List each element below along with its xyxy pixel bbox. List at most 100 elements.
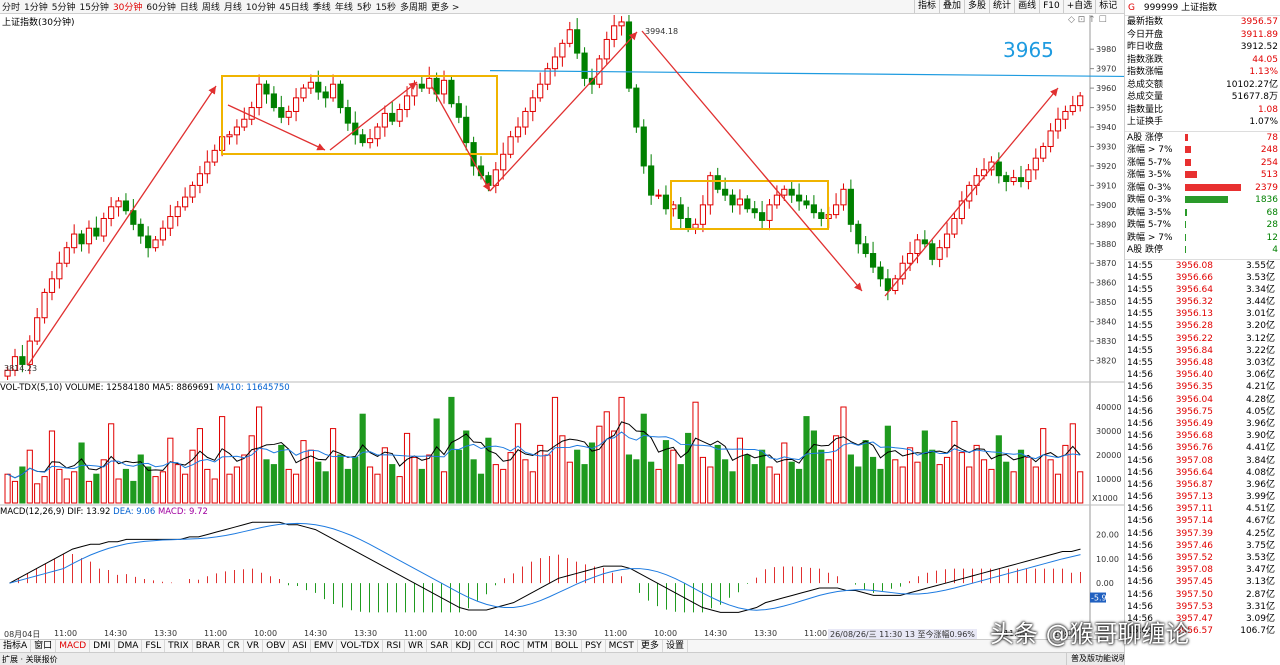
candle <box>403 95 411 111</box>
tick-cell: 3.96亿 <box>1245 479 1275 490</box>
period-tab-7[interactable]: 周线 <box>202 0 220 13</box>
candle <box>936 247 943 260</box>
indicator-tab-13[interactable]: VOL-TDX <box>337 640 384 652</box>
period-tab-0[interactable]: 分时 <box>2 0 20 13</box>
status-btn-0[interactable]: 普及版功能说明 <box>1066 653 1131 665</box>
breadth-label: A股 涨停 <box>1127 132 1164 143</box>
period-tab-8[interactable]: 月线 <box>224 0 242 13</box>
volume-header: VOL-TDX(5,10) VOLUME: 12584180 MA5: 8869… <box>0 382 290 394</box>
indicator-bar: 指标A 窗口 MACD DMI DMA FSL TRIX BRAR CR VR OBV ASI EMV V… <box>0 639 1124 652</box>
candle <box>862 243 869 255</box>
indicator-tab-18[interactable]: CCI <box>475 640 498 652</box>
indicator-tab-7[interactable]: BRAR <box>193 640 225 652</box>
breadth-value: 1836 <box>1255 195 1278 205</box>
indicator-tab-2[interactable]: MACD <box>56 640 91 652</box>
indicator-tab-6[interactable]: TRIX <box>165 640 193 652</box>
candle <box>803 200 810 206</box>
tool-2[interactable]: 多股 <box>964 0 989 13</box>
quote-value: 10102.27亿 <box>1226 79 1278 90</box>
tick-cell: 3956.68 <box>1175 431 1213 442</box>
indicator-tab-9[interactable]: VR <box>244 640 264 652</box>
volume-bar <box>655 468 662 504</box>
period-tab-14[interactable]: 15秒 <box>376 0 396 13</box>
tool-3[interactable]: 统计 <box>989 0 1014 13</box>
candle <box>744 198 751 210</box>
tick-cell: 3.34亿 <box>1245 284 1275 295</box>
period-tab-15[interactable]: 多周期 <box>400 0 427 13</box>
tick-row: 14:55 3956.48 3.03亿 <box>1125 357 1280 369</box>
volume-bar <box>611 430 618 504</box>
volume-bar <box>256 406 263 504</box>
indicator-tab-25[interactable]: 设置 <box>663 640 688 652</box>
breadth-label: 涨幅 0-3% <box>1127 182 1172 193</box>
indicator-tab-16[interactable]: SAR <box>427 640 453 652</box>
indicator-tab-19[interactable]: ROC <box>497 640 524 652</box>
period-tab-2[interactable]: 5分钟 <box>52 0 76 13</box>
volume-bar <box>41 476 48 504</box>
period-tab-4[interactable]: 30分钟 <box>113 0 142 13</box>
tool-1[interactable]: 叠加 <box>939 0 964 13</box>
tick-row: 14:56 3957.53 3.31亿 <box>1125 601 1280 613</box>
period-tab-9[interactable]: 10分钟 <box>246 0 275 13</box>
quote-label: 上证换手 <box>1127 117 1164 127</box>
period-tab-13[interactable]: 5秒 <box>357 0 372 13</box>
tool-4[interactable]: 画线 <box>1014 0 1039 13</box>
tick-cell: 14:56 <box>1127 553 1153 563</box>
indicator-tab-12[interactable]: EMV <box>311 640 338 652</box>
tool-5[interactable]: F10 <box>1039 0 1063 13</box>
candle <box>56 262 63 280</box>
candle <box>307 81 314 89</box>
volume-bar <box>877 468 884 504</box>
tool-0[interactable]: 指标 <box>914 0 939 13</box>
indicator-tab-8[interactable]: CR <box>224 640 244 652</box>
indicator-tab-1[interactable]: 窗口 <box>31 640 57 652</box>
tick-cell: 3956.76 <box>1175 443 1213 454</box>
indicator-tab-5[interactable]: FSL <box>142 640 166 652</box>
period-tab-11[interactable]: 季线 <box>313 0 331 13</box>
indicator-tab-11[interactable]: ASI <box>289 640 311 652</box>
tick-cell: 3.47亿 <box>1245 565 1275 576</box>
indicator-tab-4[interactable]: DMA <box>115 640 143 652</box>
tick-cell: 14:56 <box>1127 528 1153 539</box>
volume-bar <box>56 468 63 504</box>
volume-bar <box>448 396 455 504</box>
volume-bar <box>544 454 551 504</box>
period-tab-10[interactable]: 45日线 <box>279 0 308 13</box>
period-tab-16[interactable]: 更多 > <box>431 0 459 13</box>
volume-bar <box>278 444 285 504</box>
period-tab-12[interactable]: 年线 <box>335 0 353 13</box>
volume-bar <box>108 423 115 504</box>
quote-row: 指数涨幅 1.13% <box>1125 66 1280 79</box>
breadth-bar <box>1185 194 1248 207</box>
period-tab-6[interactable]: 日线 <box>180 0 198 13</box>
breadth-row: 涨幅 0-3% 2379 <box>1125 182 1280 195</box>
indicator-tab-0[interactable]: 指标A <box>0 640 32 652</box>
indicator-tab-10[interactable]: OBV <box>263 640 290 652</box>
chart-area[interactable]: 3980 3970 3960 3950 3940 3930 3920 3910 3900 3890… <box>0 15 1124 629</box>
volume-bar <box>285 468 292 504</box>
quote-name: 上证指数 <box>1181 3 1218 13</box>
breadth-bar <box>1185 157 1248 170</box>
breadth-label: A股 跌停 <box>1127 245 1164 255</box>
period-tab-3[interactable]: 15分钟 <box>79 0 108 13</box>
indicator-tab-14[interactable]: RSI <box>383 640 406 652</box>
macd-tick: 0.00 <box>1096 579 1114 588</box>
indicator-tab-21[interactable]: BOLL <box>552 640 583 652</box>
candle <box>1032 157 1039 171</box>
candle <box>1017 177 1025 183</box>
tool-6[interactable]: +自选 <box>1062 0 1096 13</box>
period-tab-1[interactable]: 1分钟 <box>24 0 48 13</box>
indicator-tab-24[interactable]: 更多 <box>638 640 663 652</box>
macd-dea-line <box>9 522 1081 611</box>
candle <box>603 38 610 60</box>
indicator-tab-17[interactable]: KDJ <box>452 640 475 652</box>
volume-bar <box>219 416 226 504</box>
indicator-tab-3[interactable]: DMI <box>90 640 115 652</box>
tick-cell: 4.28亿 <box>1245 394 1275 405</box>
period-tab-5[interactable]: 60分钟 <box>146 0 175 13</box>
indicator-tab-15[interactable]: WR <box>405 640 428 652</box>
indicator-tab-20[interactable]: MTM <box>524 640 552 652</box>
indicator-tab-22[interactable]: PSY <box>582 640 606 652</box>
tool-7[interactable]: 标记 <box>1095 0 1120 13</box>
indicator-tab-23[interactable]: MCST <box>606 640 638 652</box>
